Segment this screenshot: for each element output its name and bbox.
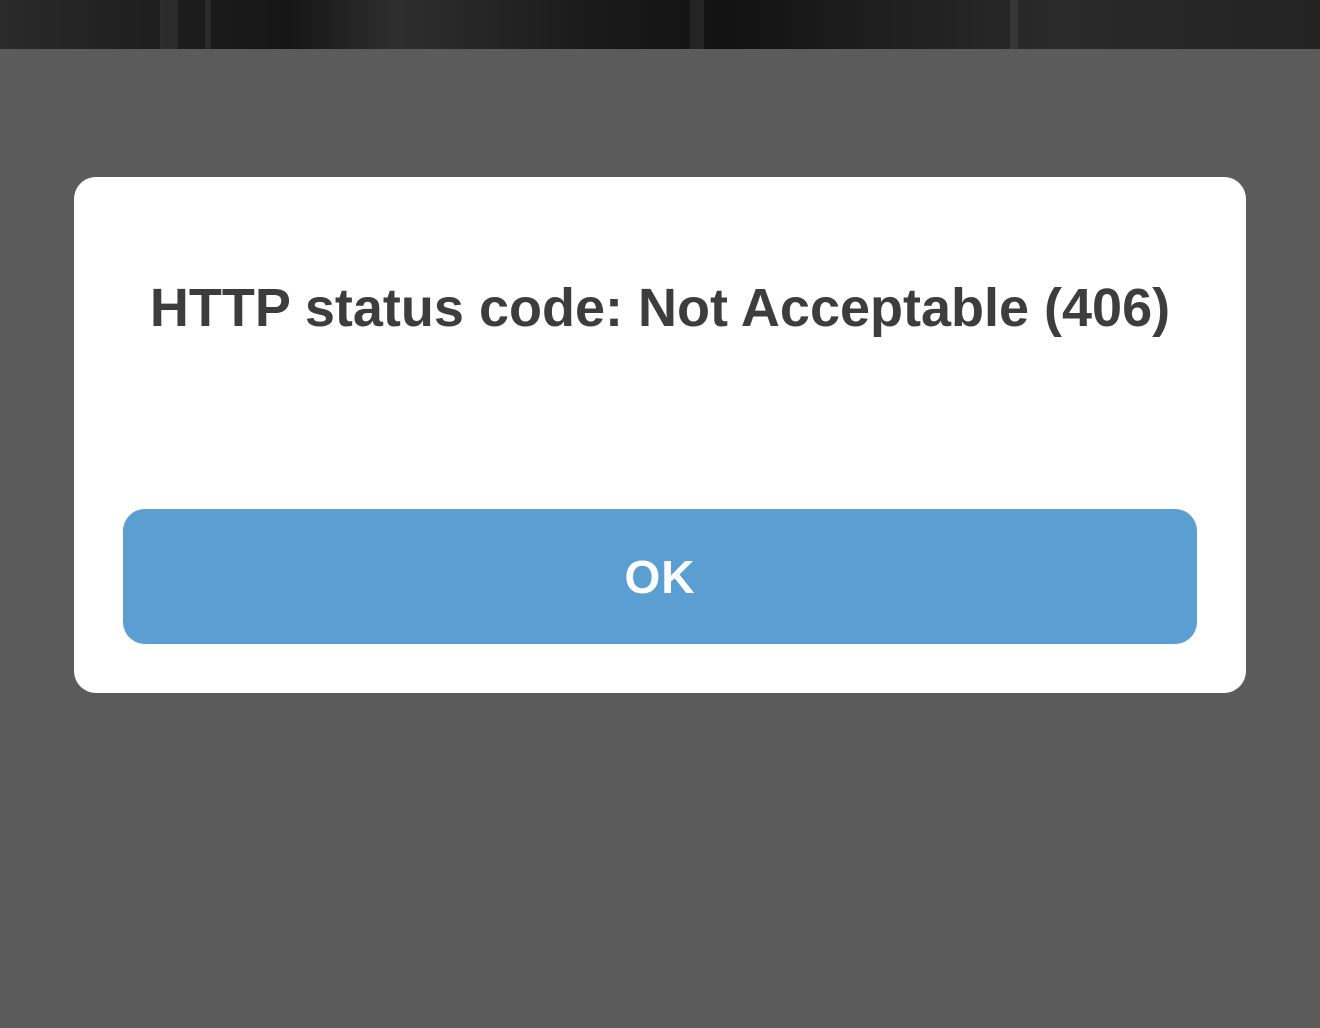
- alert-message: HTTP status code: Not Acceptable (406): [149, 278, 1171, 338]
- error-alert-dialog: HTTP status code: Not Acceptable (406) O…: [74, 177, 1246, 693]
- background-streak: [1010, 0, 1018, 49]
- background-streak: [205, 0, 211, 49]
- background-content-strip: [0, 0, 1320, 49]
- app-screen: HTTP status code: Not Acceptable (406) O…: [0, 0, 1320, 1028]
- background-streak: [160, 0, 178, 49]
- background-streak: [690, 0, 704, 49]
- ok-button[interactable]: OK: [123, 509, 1197, 644]
